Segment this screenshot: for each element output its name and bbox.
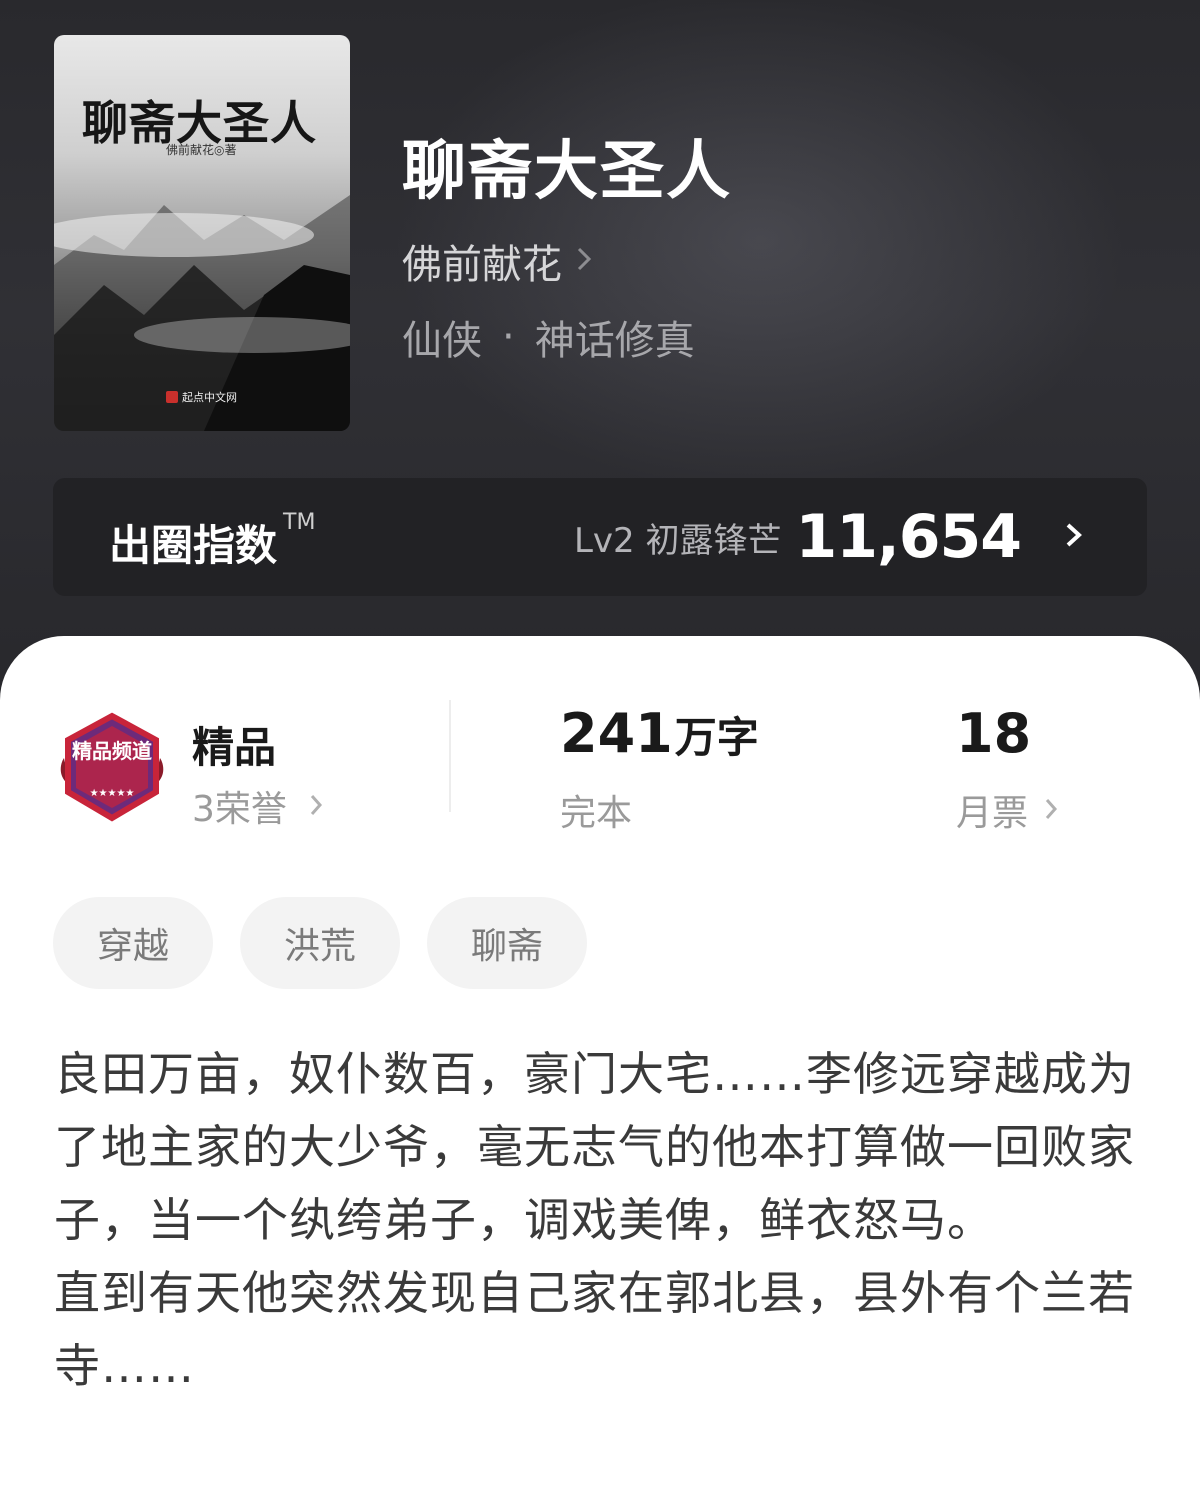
book-cover[interactable]: 聊斋大圣人 佛前献花◎著 起点中文网 (54, 35, 350, 431)
tag-chip[interactable]: 洪荒 (240, 897, 400, 989)
book-header: 聊斋大圣人 佛前献花◎著 起点中文网 聊斋大圣人 佛前献花 仙侠 · 神话修真 … (0, 0, 1200, 700)
premium-channel-badge-icon: 精品频道 ★★★★★ (54, 710, 170, 826)
monthly-votes-link[interactable]: 月票 (956, 784, 1058, 836)
genre: 仙侠 (402, 318, 482, 364)
cover-publisher-name: 起点中文网 (182, 391, 237, 404)
index-values: Lv2 初露锋芒 11,654 (574, 502, 1083, 572)
book-synopsis[interactable]: 良田万亩，奴仆数百，豪门大宅……李修远穿越成为了地主家的大少爷，毫无志气的他本打… (54, 1038, 1150, 1403)
word-count-number: 241 (560, 702, 673, 765)
chevron-right-icon (309, 786, 323, 827)
badge-text: 精品频道 (72, 739, 152, 763)
monthly-votes-label: 月票 (956, 793, 1029, 834)
honors-link[interactable]: 3荣誉 (192, 780, 323, 832)
genre-row: 仙侠 · 神话修真 (402, 308, 695, 366)
word-count-unit: 万字 (674, 713, 759, 762)
honors-count: 3荣誉 (192, 789, 287, 830)
author-link[interactable]: 佛前献花 (402, 232, 592, 290)
chevron-right-icon (576, 245, 592, 277)
popularity-index-bar[interactable]: 出圈指数 TM Lv2 初露锋芒 11,654 (53, 478, 1147, 596)
trademark-mark: TM (283, 510, 316, 535)
word-count: 241 万字 (560, 702, 759, 765)
index-label: 出圈指数 (109, 521, 278, 570)
book-title: 聊斋大圣人 (402, 134, 732, 209)
subgenre: 神话修真 (534, 318, 695, 364)
channel-name: 精品 (192, 723, 277, 772)
index-score: 11,654 (795, 502, 1022, 572)
tag-list: 穿越 洪荒 聊斋 (53, 897, 587, 989)
chevron-right-icon (1065, 520, 1083, 554)
completion-status: 完本 (560, 793, 633, 834)
author-name: 佛前献花 (402, 242, 562, 288)
tag-chip[interactable]: 聊斋 (427, 897, 587, 989)
index-level: Lv2 初露锋芒 (573, 520, 782, 561)
genre-separator: · (502, 314, 515, 360)
cover-author: 佛前献花◎著 (166, 143, 237, 157)
cover-publisher: 起点中文网 (166, 389, 237, 405)
index-label-wrap: 出圈指数 TM (109, 510, 316, 573)
stats-divider (449, 700, 451, 812)
chevron-right-icon (1044, 790, 1058, 831)
tag-chip[interactable]: 穿越 (53, 897, 213, 989)
monthly-votes-count: 18 (956, 702, 1032, 765)
publisher-logo-icon (166, 391, 178, 403)
svg-text:★★★★★: ★★★★★ (90, 788, 135, 799)
